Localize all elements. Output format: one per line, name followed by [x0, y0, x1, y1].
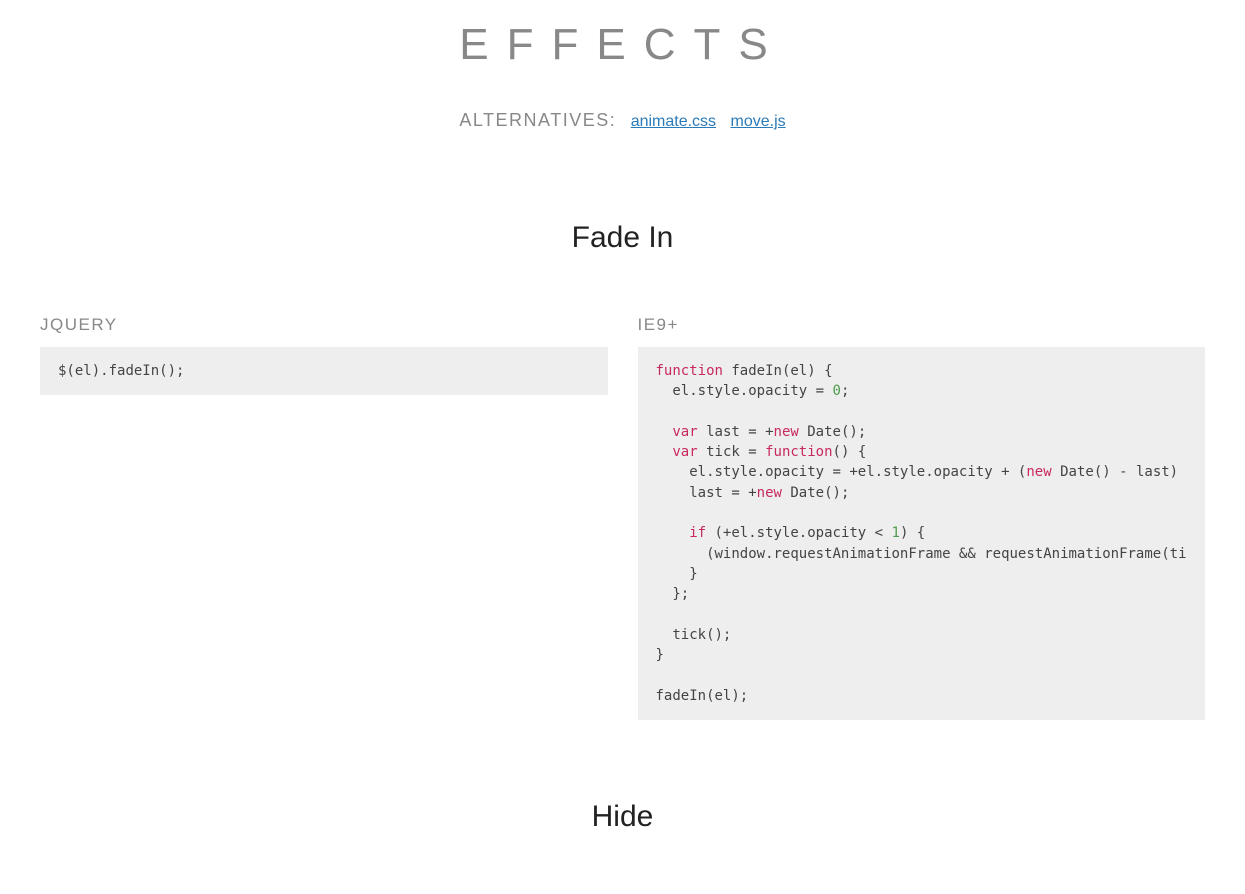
- alternatives-row: Alternatives: animate.css move.js: [40, 110, 1205, 131]
- code-text: ) {: [900, 525, 925, 541]
- code-keyword: new: [774, 424, 799, 440]
- code-text: Date();: [799, 424, 866, 440]
- code-text: $(el): [58, 363, 100, 379]
- section-title-hide: Hide: [40, 800, 1205, 834]
- code-text: () {: [833, 444, 867, 460]
- code-text: fadeIn(el) {: [723, 363, 833, 379]
- code-text: (+el.style.opacity <: [706, 525, 891, 541]
- code-text: tick =: [698, 444, 765, 460]
- code-text: };: [656, 586, 690, 602]
- code-text: Date();: [782, 485, 849, 501]
- code-text: last = +: [698, 424, 774, 440]
- code-text: .fadeIn();: [100, 363, 184, 379]
- jquery-label: jQuery: [40, 315, 608, 335]
- code-text: }: [656, 566, 698, 582]
- code-keyword: function: [765, 444, 832, 460]
- code-text: el.style.opacity = +el.style.opacity + (: [656, 464, 1027, 480]
- code-keyword: function: [656, 363, 723, 379]
- code-number: 0: [833, 383, 841, 399]
- code-columns: jQuery $(el).fadeIn(); IE9+ function fad…: [40, 315, 1205, 720]
- code-keyword: if: [656, 525, 707, 541]
- alternatives-label: Alternatives:: [459, 110, 616, 130]
- ie9-label: IE9+: [638, 315, 1206, 335]
- alternative-link-move-js[interactable]: move.js: [731, 113, 786, 130]
- page-title: Effects: [40, 20, 1205, 70]
- code-keyword: new: [1026, 464, 1051, 480]
- jquery-code: $(el).fadeIn();: [40, 347, 608, 395]
- code-number: 1: [892, 525, 900, 541]
- code-text: fadeIn(el);: [656, 688, 749, 704]
- alternative-link-animate-css[interactable]: animate.css: [631, 113, 716, 130]
- code-text: }: [656, 647, 664, 663]
- code-keyword: var: [656, 424, 698, 440]
- jquery-column: jQuery $(el).fadeIn();: [40, 315, 608, 720]
- code-text: last = +: [656, 485, 757, 501]
- code-text: Date() - last): [1052, 464, 1187, 480]
- code-text: tick();: [656, 627, 732, 643]
- code-text: ;: [841, 383, 849, 399]
- code-text: el.style.opacity =: [656, 383, 833, 399]
- ie9-column: IE9+ function fadeIn(el) { el.style.opac…: [638, 315, 1206, 720]
- code-text: (window.requestAnimationFrame && request…: [656, 546, 1187, 562]
- code-keyword: new: [757, 485, 782, 501]
- ie9-code: function fadeIn(el) { el.style.opacity =…: [638, 347, 1206, 720]
- code-keyword: var: [656, 444, 698, 460]
- section-title-fadein: Fade In: [40, 221, 1205, 255]
